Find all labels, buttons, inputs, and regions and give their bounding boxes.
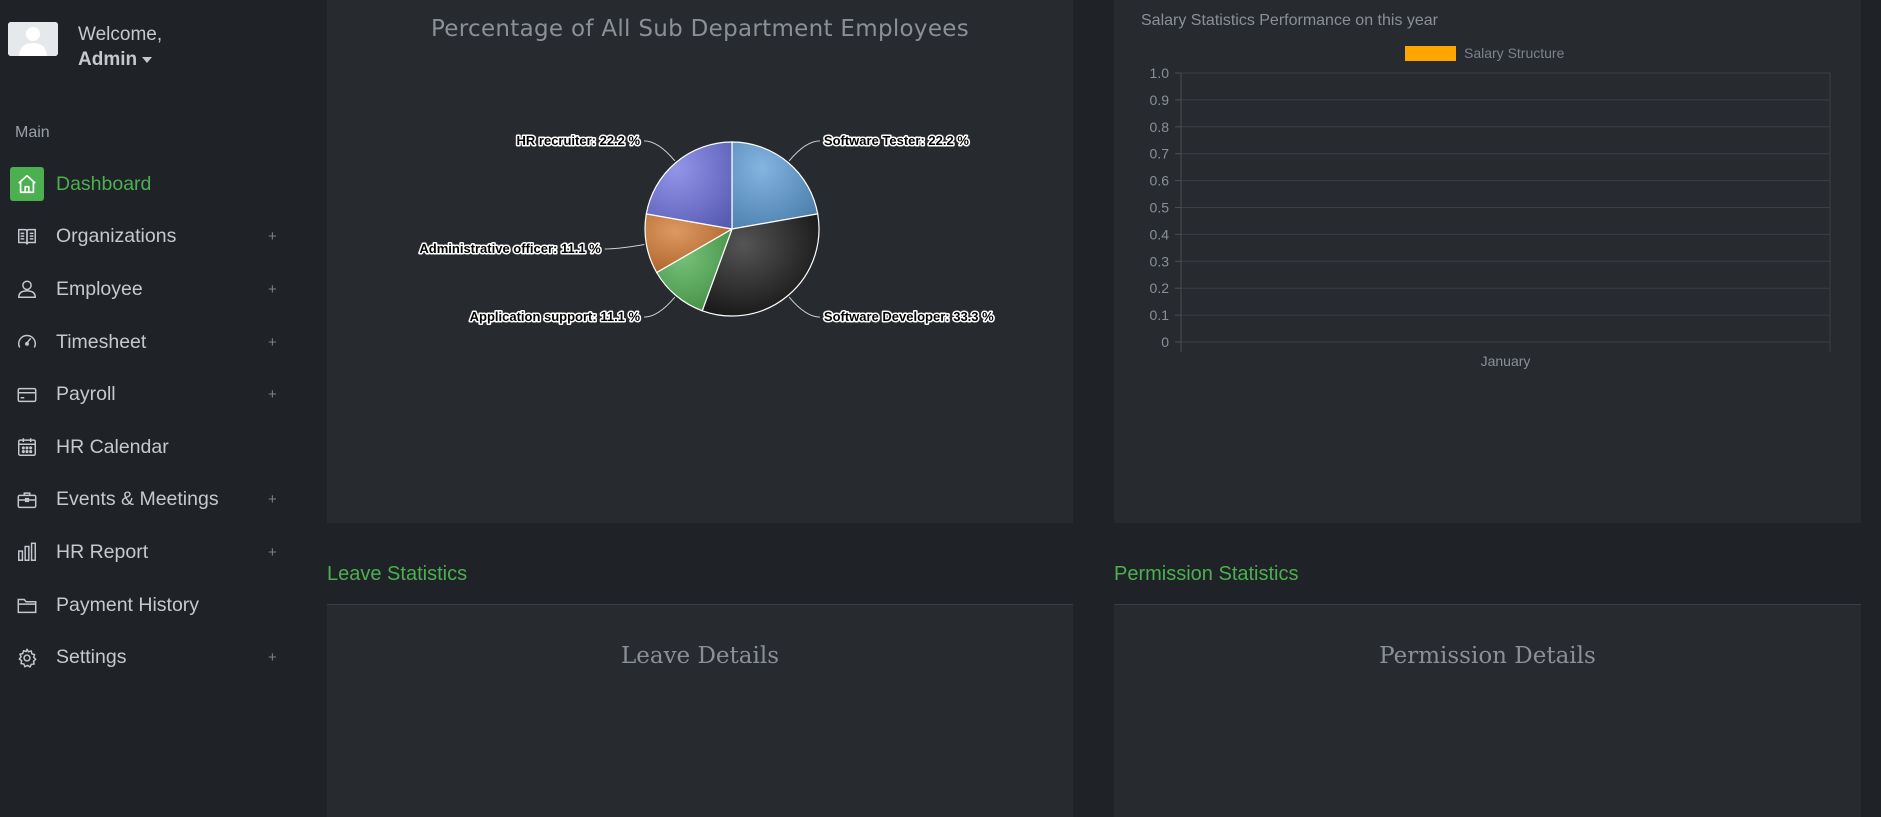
avatar[interactable] xyxy=(8,22,58,56)
expand-icon[interactable]: + xyxy=(268,544,277,561)
briefcase-icon xyxy=(10,483,44,517)
pie-label-connector xyxy=(644,140,676,162)
expand-icon[interactable]: + xyxy=(268,228,277,245)
leave-details-panel: Leave Details xyxy=(327,604,1073,817)
y-tick-label: 1.0 xyxy=(1150,65,1170,81)
sidebar-item-timesheet[interactable]: Timesheet + xyxy=(0,316,300,369)
expand-icon[interactable]: + xyxy=(268,491,277,508)
sidebar-item-organizations[interactable]: Organizations + xyxy=(0,211,300,264)
permission-statistics-heading: Permission Statistics xyxy=(1114,563,1299,585)
speedometer-icon xyxy=(10,325,44,359)
salary-bar-chart: Salary Structure 0 0.1 0.2 0.3 0.4 0.5 0.6 0.7 0.… xyxy=(1150,45,1831,369)
y-tick-label: 0.4 xyxy=(1150,226,1170,242)
sidebar-item-hr-report[interactable]: HR Report + xyxy=(0,526,300,579)
home-icon xyxy=(10,167,44,202)
sidebar-nav: Dashboard Organizations + Employee + Tim… xyxy=(0,158,300,684)
expand-icon[interactable]: + xyxy=(268,386,277,403)
pie-label-connector xyxy=(788,140,820,162)
welcome-text: Welcome, xyxy=(78,24,163,45)
permission-details-panel: Permission Details xyxy=(1114,604,1861,817)
book-icon xyxy=(10,220,44,254)
sidebar-item-label: Settings xyxy=(56,646,127,669)
gear-icon xyxy=(10,641,44,675)
bar-chart-icon xyxy=(10,535,44,569)
sidebar-item-label: Dashboard xyxy=(56,172,152,195)
department-pie-panel: Percentage of All Sub Department Employe… xyxy=(327,0,1073,523)
sidebar-item-events-meetings[interactable]: Events & Meetings + xyxy=(0,474,300,527)
folder-icon xyxy=(10,588,44,622)
sidebar: Welcome, Admin Main Dashboard Organizati… xyxy=(0,0,300,816)
pie-slice-label: HR recruiter: 22.2 % xyxy=(517,133,641,148)
user-icon xyxy=(10,272,44,306)
salary-chart-panel: Salary Statistics Performance on this ye… xyxy=(1114,0,1861,523)
nav-section-label: Main xyxy=(15,124,50,141)
pie-slice-label: Software Developer: 33.3 % xyxy=(824,309,994,324)
leave-details-title: Leave Details xyxy=(620,643,780,669)
y-tick-label: 0.5 xyxy=(1150,200,1170,216)
y-tick-label: 0.9 xyxy=(1150,92,1170,108)
calendar-icon xyxy=(10,430,44,464)
credit-card-icon xyxy=(10,378,44,412)
sidebar-item-payment-history[interactable]: Payment History xyxy=(0,579,300,632)
pie-slice-label: Administrative officer: 11.1 % xyxy=(419,241,601,256)
sidebar-item-label: Payment History xyxy=(56,593,200,616)
sidebar-item-dashboard[interactable]: Dashboard xyxy=(0,158,300,211)
sidebar-item-label: Payroll xyxy=(56,383,116,406)
x-tick-label: January xyxy=(1481,353,1531,369)
y-tick-label: 0.2 xyxy=(1150,280,1170,296)
leave-statistics-heading: Leave Statistics xyxy=(327,563,468,585)
y-tick-label: 0.6 xyxy=(1150,173,1170,189)
y-tick-label: 0.1 xyxy=(1150,307,1170,323)
permission-details-title: Permission Details xyxy=(1379,643,1596,669)
caret-down-icon xyxy=(142,56,153,63)
pie-slice[interactable] xyxy=(645,141,733,230)
sidebar-item-label: Timesheet xyxy=(56,330,147,353)
sidebar-item-label: Events & Meetings xyxy=(56,488,219,511)
y-tick-label: 0.7 xyxy=(1150,146,1170,162)
pie-slice-label: Software Tester: 22.2 % xyxy=(824,133,969,148)
sidebar-item-label: HR Report xyxy=(56,540,149,563)
pie-label-connector xyxy=(788,296,820,318)
y-tick-label: 0.8 xyxy=(1150,119,1170,135)
sidebar-item-hr-calendar[interactable]: HR Calendar xyxy=(0,421,300,474)
department-pie-chart: Software Tester: 22.2 % Software Develope… xyxy=(418,131,996,325)
user-menu-toggle[interactable]: Admin xyxy=(78,49,153,71)
y-tick-label: 0 xyxy=(1161,334,1169,350)
sidebar-item-label: HR Calendar xyxy=(56,435,169,458)
user-name: Admin xyxy=(78,49,138,70)
legend-label[interactable]: Salary Structure xyxy=(1464,45,1565,61)
y-tick-label: 0.3 xyxy=(1150,253,1170,269)
pie-label-connector xyxy=(604,243,645,250)
sidebar-item-settings[interactable]: Settings + xyxy=(0,631,300,684)
sidebar-item-label: Organizations xyxy=(56,225,177,248)
sidebar-item-label: Employee xyxy=(56,277,143,300)
pie-slice-label: Application support: 11.1 % xyxy=(470,309,641,324)
sidebar-item-payroll[interactable]: Payroll + xyxy=(0,368,300,421)
pie-label-connector xyxy=(644,296,676,318)
expand-icon[interactable]: + xyxy=(268,649,277,666)
legend-swatch[interactable] xyxy=(1405,46,1456,61)
sidebar-item-employee[interactable]: Employee + xyxy=(0,263,300,316)
expand-icon[interactable]: + xyxy=(268,281,277,298)
expand-icon[interactable]: + xyxy=(268,334,277,351)
